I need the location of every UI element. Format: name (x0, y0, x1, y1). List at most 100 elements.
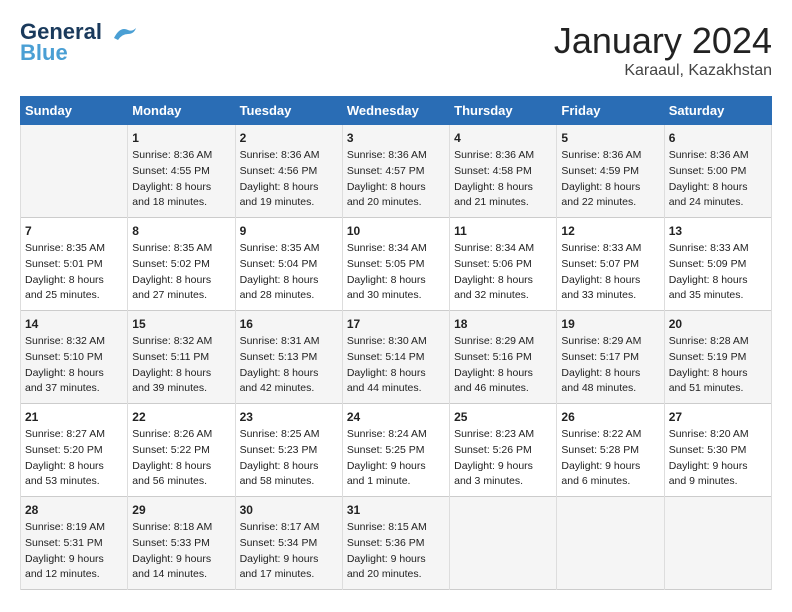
day-info: Sunrise: 8:30 AMSunset: 5:14 PMDaylight:… (347, 334, 445, 397)
day-number: 17 (347, 317, 445, 331)
calendar-header-row: SundayMondayTuesdayWednesdayThursdayFrid… (21, 97, 772, 125)
day-info: Sunrise: 8:26 AMSunset: 5:22 PMDaylight:… (132, 427, 230, 490)
calendar-cell: 21Sunrise: 8:27 AMSunset: 5:20 PMDayligh… (21, 404, 128, 497)
day-info: Sunrise: 8:24 AMSunset: 5:25 PMDaylight:… (347, 427, 445, 490)
calendar-cell: 8 Sunrise: 8:35 AMSunset: 5:02 PMDaylight… (128, 218, 235, 311)
day-info: Sunrise: 8:34 AMSunset: 5:06 PMDaylight:… (454, 241, 552, 304)
calendar-week-row: 21Sunrise: 8:27 AMSunset: 5:20 PMDayligh… (21, 404, 772, 497)
calendar-cell: 6Sunrise: 8:36 AMSunset: 5:00 PMDaylight… (664, 125, 771, 218)
day-number: 20 (669, 317, 767, 331)
day-info: Sunrise: 8:15 AMSunset: 5:36 PMDaylight:… (347, 520, 445, 583)
calendar-week-row: 1 Sunrise: 8:36 AMSunset: 4:55 PMDaylight… (21, 125, 772, 218)
day-info: Sunrise: 8:28 AMSunset: 5:19 PMDaylight:… (669, 334, 767, 397)
day-info: Sunrise: 8:29 AMSunset: 5:17 PMDaylight:… (561, 334, 659, 397)
day-info: Sunrise: 8:25 AMSunset: 5:23 PMDaylight:… (240, 427, 338, 490)
day-number: 11 (454, 224, 552, 238)
calendar-cell: 26 Sunrise: 8:22 AMSunset: 5:28 PMDayligh… (557, 404, 664, 497)
day-info: Sunrise: 8:19 AMSunset: 5:31 PMDaylight:… (25, 520, 123, 583)
calendar-cell: 2 Sunrise: 8:36 AMSunset: 4:56 PMDaylight… (235, 125, 342, 218)
day-number: 18 (454, 317, 552, 331)
day-number: 27 (669, 410, 767, 424)
day-info: Sunrise: 8:18 AMSunset: 5:33 PMDaylight:… (132, 520, 230, 583)
day-info: Sunrise: 8:35 AMSunset: 5:04 PMDaylight:… (240, 241, 338, 304)
day-number: 31 (347, 503, 445, 517)
day-number: 14 (25, 317, 123, 331)
calendar-table: SundayMondayTuesdayWednesdayThursdayFrid… (20, 96, 772, 590)
calendar-cell (557, 497, 664, 590)
calendar-cell: 17 Sunrise: 8:30 AMSunset: 5:14 PMDayligh… (342, 311, 449, 404)
day-info: Sunrise: 8:36 AMSunset: 4:56 PMDaylight:… (240, 148, 338, 211)
day-number: 16 (240, 317, 338, 331)
day-number: 19 (561, 317, 659, 331)
day-number: 5 (561, 131, 659, 145)
location-subtitle: Karaaul, Kazakhstan (554, 62, 772, 80)
day-info: Sunrise: 8:34 AMSunset: 5:05 PMDaylight:… (347, 241, 445, 304)
month-title: January 2024 (554, 20, 772, 62)
calendar-cell: 10Sunrise: 8:34 AMSunset: 5:05 PMDayligh… (342, 218, 449, 311)
header-thursday: Thursday (450, 97, 557, 125)
day-info: Sunrise: 8:32 AMSunset: 5:11 PMDaylight:… (132, 334, 230, 397)
calendar-cell: 30 Sunrise: 8:17 AMSunset: 5:34 PMDayligh… (235, 497, 342, 590)
calendar-cell: 20 Sunrise: 8:28 AMSunset: 5:19 PMDayligh… (664, 311, 771, 404)
calendar-cell: 24 Sunrise: 8:24 AMSunset: 5:25 PMDayligh… (342, 404, 449, 497)
day-info: Sunrise: 8:20 AMSunset: 5:30 PMDaylight:… (669, 427, 767, 490)
calendar-cell: 14 Sunrise: 8:32 AMSunset: 5:10 PMDayligh… (21, 311, 128, 404)
day-number: 24 (347, 410, 445, 424)
calendar-cell: 3 Sunrise: 8:36 AMSunset: 4:57 PMDaylight… (342, 125, 449, 218)
calendar-cell: 11 Sunrise: 8:34 AMSunset: 5:06 PMDayligh… (450, 218, 557, 311)
day-number: 26 (561, 410, 659, 424)
day-info: Sunrise: 8:36 AMSunset: 4:59 PMDaylight:… (561, 148, 659, 211)
day-number: 8 (132, 224, 230, 238)
day-info: Sunrise: 8:36 AMSunset: 4:55 PMDaylight:… (132, 148, 230, 211)
calendar-cell: 31 Sunrise: 8:15 AMSunset: 5:36 PMDayligh… (342, 497, 449, 590)
day-info: Sunrise: 8:36 AMSunset: 4:57 PMDaylight:… (347, 148, 445, 211)
day-info: Sunrise: 8:31 AMSunset: 5:13 PMDaylight:… (240, 334, 338, 397)
calendar-cell: 22Sunrise: 8:26 AMSunset: 5:22 PMDayligh… (128, 404, 235, 497)
day-number: 15 (132, 317, 230, 331)
day-info: Sunrise: 8:33 AMSunset: 5:09 PMDaylight:… (669, 241, 767, 304)
day-number: 4 (454, 131, 552, 145)
calendar-cell: 23 Sunrise: 8:25 AMSunset: 5:23 PMDayligh… (235, 404, 342, 497)
calendar-cell (664, 497, 771, 590)
day-number: 23 (240, 410, 338, 424)
header-monday: Monday (128, 97, 235, 125)
day-info: Sunrise: 8:29 AMSunset: 5:16 PMDaylight:… (454, 334, 552, 397)
calendar-cell (450, 497, 557, 590)
day-info: Sunrise: 8:32 AMSunset: 5:10 PMDaylight:… (25, 334, 123, 397)
day-info: Sunrise: 8:17 AMSunset: 5:34 PMDaylight:… (240, 520, 338, 583)
calendar-cell (21, 125, 128, 218)
day-info: Sunrise: 8:36 AMSunset: 4:58 PMDaylight:… (454, 148, 552, 211)
calendar-cell: 12 Sunrise: 8:33 AMSunset: 5:07 PMDayligh… (557, 218, 664, 311)
header-wednesday: Wednesday (342, 97, 449, 125)
calendar-cell: 13 Sunrise: 8:33 AMSunset: 5:09 PMDayligh… (664, 218, 771, 311)
day-info: Sunrise: 8:23 AMSunset: 5:26 PMDaylight:… (454, 427, 552, 490)
day-info: Sunrise: 8:27 AMSunset: 5:20 PMDaylight:… (25, 427, 123, 490)
calendar-week-row: 28 Sunrise: 8:19 AMSunset: 5:31 PMDayligh… (21, 497, 772, 590)
day-number: 30 (240, 503, 338, 517)
day-info: Sunrise: 8:33 AMSunset: 5:07 PMDaylight:… (561, 241, 659, 304)
calendar-cell: 16 Sunrise: 8:31 AMSunset: 5:13 PMDayligh… (235, 311, 342, 404)
day-info: Sunrise: 8:22 AMSunset: 5:28 PMDaylight:… (561, 427, 659, 490)
day-info: Sunrise: 8:35 AMSunset: 5:01 PMDaylight:… (25, 241, 123, 304)
day-number: 7 (25, 224, 123, 238)
day-number: 6 (669, 131, 767, 145)
day-number: 29 (132, 503, 230, 517)
calendar-cell: 28 Sunrise: 8:19 AMSunset: 5:31 PMDayligh… (21, 497, 128, 590)
calendar-week-row: 14 Sunrise: 8:32 AMSunset: 5:10 PMDayligh… (21, 311, 772, 404)
calendar-cell: 5 Sunrise: 8:36 AMSunset: 4:59 PMDaylight… (557, 125, 664, 218)
day-number: 3 (347, 131, 445, 145)
header-tuesday: Tuesday (235, 97, 342, 125)
calendar-cell: 15 Sunrise: 8:32 AMSunset: 5:11 PMDayligh… (128, 311, 235, 404)
calendar-cell: 18 Sunrise: 8:29 AMSunset: 5:16 PMDayligh… (450, 311, 557, 404)
day-number: 12 (561, 224, 659, 238)
day-number: 28 (25, 503, 123, 517)
day-info: Sunrise: 8:35 AMSunset: 5:02 PMDaylight:… (132, 241, 230, 304)
day-number: 1 (132, 131, 230, 145)
title-block: January 2024 Karaaul, Kazakhstan (554, 20, 772, 80)
day-number: 13 (669, 224, 767, 238)
day-number: 2 (240, 131, 338, 145)
calendar-cell: 25 Sunrise: 8:23 AMSunset: 5:26 PMDayligh… (450, 404, 557, 497)
day-number: 25 (454, 410, 552, 424)
day-number: 9 (240, 224, 338, 238)
calendar-cell: 29 Sunrise: 8:18 AMSunset: 5:33 PMDayligh… (128, 497, 235, 590)
